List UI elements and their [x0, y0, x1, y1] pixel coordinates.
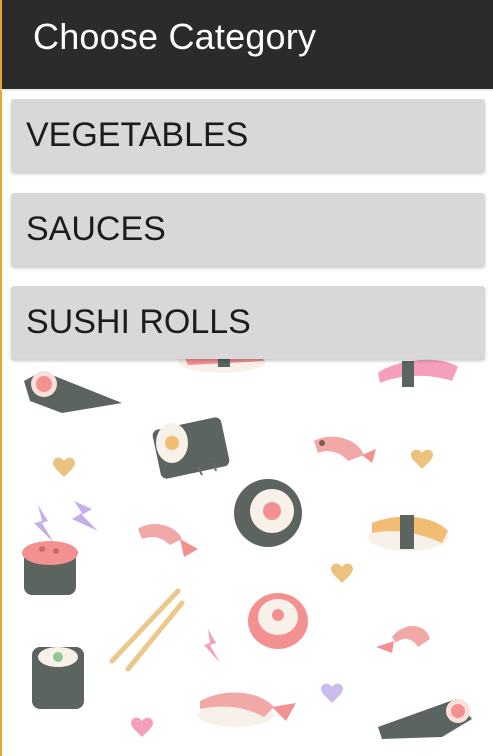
- shrimp-icon: [376, 625, 430, 653]
- category-button-vegetables[interactable]: VEGETABLES: [11, 99, 485, 172]
- sushi-pattern-background: [22, 343, 472, 739]
- action-bar: Choose Category: [0, 0, 493, 89]
- category-button-sauces[interactable]: SAUCES: [11, 193, 485, 266]
- sushi-roll-icon: [248, 593, 308, 649]
- shrimp-icon: [138, 524, 198, 557]
- shrimp-icon: [314, 436, 376, 463]
- chopsticks-icon: [109, 588, 185, 672]
- page-title: Choose Category: [33, 16, 317, 57]
- sushi-roll-icon: [152, 417, 230, 479]
- nigiri-icon: [22, 541, 78, 595]
- nigiri-icon: [368, 515, 448, 551]
- app-screen: Choose Category VEGETABLES SAUCES SUSHI …: [0, 0, 493, 756]
- category-button-sushi-rolls[interactable]: SUSHI ROLLS: [11, 286, 485, 359]
- temaki-icon: [378, 699, 472, 739]
- temaki-icon: [24, 371, 122, 413]
- nigiri-icon: [198, 692, 296, 727]
- category-list-area: VEGETABLES SAUCES SUSHI ROLLS: [0, 89, 493, 756]
- sushi-roll-icon: [32, 647, 84, 709]
- sushi-roll-icon: [234, 479, 302, 547]
